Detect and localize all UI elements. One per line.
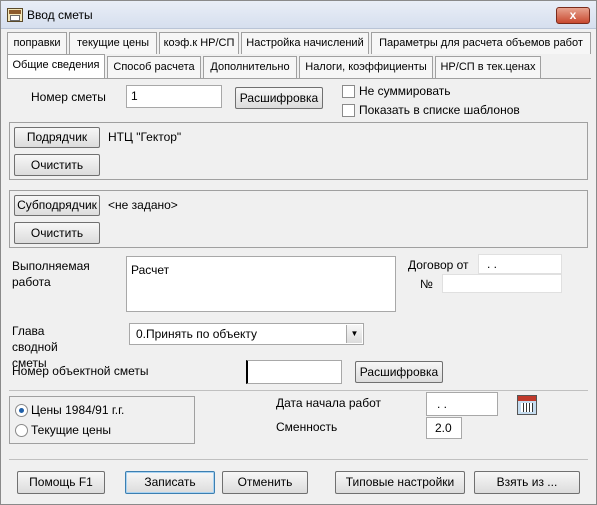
tab-accrual-settings[interactable]: Настройка начислений xyxy=(241,32,369,54)
app-icon xyxy=(7,8,23,22)
divider xyxy=(9,390,588,391)
tab-row-top: поправки текущие цены коэф.к НР/СП Настр… xyxy=(7,32,591,54)
object-smeta-input[interactable] xyxy=(246,360,342,384)
calendar-icon[interactable] xyxy=(517,395,537,415)
chapter-select[interactable]: 0.Принять по объекту ▼ xyxy=(129,323,364,345)
show-in-templates-checkbox[interactable] xyxy=(342,104,355,117)
cancel-button[interactable]: Отменить xyxy=(222,471,308,494)
no-sum-label: Не суммировать xyxy=(359,84,451,98)
start-date-input[interactable]: . . xyxy=(426,392,498,416)
tabs-baseline xyxy=(7,78,591,79)
dialog-window: Ввод сметы x поправки текущие цены коэф.… xyxy=(0,0,597,505)
subcontractor-clear-button[interactable]: Очистить xyxy=(14,222,100,244)
start-date-label: Дата начала работ xyxy=(276,396,382,410)
shift-label: Сменность xyxy=(276,420,338,434)
prices-current-label: Текущие цены xyxy=(31,423,111,437)
tab-coef-nr-sp[interactable]: коэф.к НР/СП xyxy=(159,32,239,54)
contractor-clear-button[interactable]: Очистить xyxy=(14,154,100,176)
tab-calc-method[interactable]: Способ расчета xyxy=(107,56,201,78)
contractor-button[interactable]: Подрядчик xyxy=(14,127,100,148)
contractor-group: Подрядчик НТЦ "Гектор" Очистить xyxy=(9,122,588,180)
save-button[interactable]: Записать xyxy=(125,471,215,494)
tab-volume-params[interactable]: Параметры для расчета объемов работ xyxy=(371,32,591,54)
object-smeta-label: Номер объектной сметы xyxy=(12,364,149,378)
chevron-down-icon[interactable]: ▼ xyxy=(346,325,362,343)
tab-row-bottom: Общие сведения Способ расчета Дополнител… xyxy=(7,54,591,78)
prices-1984-label: Цены 1984/91 г.г. xyxy=(31,403,125,417)
footer-divider xyxy=(9,459,588,460)
window-title: Ввод сметы xyxy=(27,8,93,22)
tab-general-info[interactable]: Общие сведения xyxy=(7,54,105,78)
contract-date-input[interactable]: . . xyxy=(478,254,562,274)
tab-nr-sp-current[interactable]: НР/СП в тек.ценах xyxy=(435,56,541,78)
smeta-decode-button[interactable]: Расшифровка xyxy=(235,87,323,109)
subcontractor-value: <не задано> xyxy=(108,198,178,212)
contract-number-input[interactable] xyxy=(442,274,562,293)
contract-date-label: Договор от xyxy=(408,258,469,272)
contractor-value: НТЦ "Гектор" xyxy=(108,130,182,144)
tab-additional[interactable]: Дополнительно xyxy=(203,56,297,78)
help-button[interactable]: Помощь F1 xyxy=(17,471,105,494)
prices-current-radio[interactable] xyxy=(15,424,28,437)
tab-taxes-coefficients[interactable]: Налоги, коэффициенты xyxy=(299,56,433,78)
prices-1984-radio[interactable] xyxy=(15,404,28,417)
close-button[interactable]: x xyxy=(556,7,590,24)
work-textarea[interactable]: Расчет xyxy=(126,256,396,312)
title-bar: Ввод сметы x xyxy=(1,1,596,29)
take-from-button[interactable]: Взять из ... xyxy=(474,471,580,494)
chapter-selected-value: 0.Принять по объекту xyxy=(136,327,258,341)
subcontractor-group: Субподрядчик <не задано> Очистить xyxy=(9,190,588,248)
contract-number-label: № xyxy=(420,277,433,291)
tab-current-prices[interactable]: текущие цены xyxy=(69,32,157,54)
shift-input[interactable]: 2.0 xyxy=(426,417,462,439)
show-in-templates-label: Показать в списке шаблонов xyxy=(359,103,520,117)
smeta-number-label: Номер сметы xyxy=(31,90,106,104)
tab-popravki[interactable]: поправки xyxy=(7,32,67,54)
work-label: Выполняемая работа xyxy=(12,259,90,289)
smeta-number-input[interactable]: 1 xyxy=(126,85,222,108)
typical-settings-button[interactable]: Типовые настройки xyxy=(335,471,465,494)
prices-group: Цены 1984/91 г.г. Текущие цены xyxy=(9,396,195,444)
subcontractor-button[interactable]: Субподрядчик xyxy=(14,195,100,216)
object-smeta-decode-button[interactable]: Расшифровка xyxy=(355,361,443,383)
no-sum-checkbox[interactable] xyxy=(342,85,355,98)
